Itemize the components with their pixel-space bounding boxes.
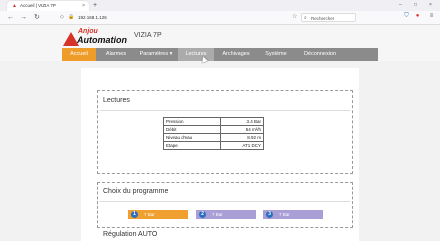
nav-item-archivages[interactable]: Archivages bbox=[216, 48, 256, 61]
reading-value: 3.4 Bar bbox=[219, 117, 265, 126]
program-label: 7 Bar bbox=[279, 212, 290, 217]
url-text: 192.168.1.126 bbox=[78, 15, 107, 20]
table-row: Pression 3.4 Bar bbox=[163, 117, 265, 126]
readings-table: Pression 3.4 Bar Débit 54 m³/h Niveau d'… bbox=[163, 117, 265, 150]
program-number-badge: 1 bbox=[131, 211, 138, 218]
nav-item-accueil[interactable]: Accueil bbox=[62, 48, 96, 61]
program-number-badge: 3 bbox=[266, 211, 273, 218]
reading-label: Niveau d'eau bbox=[163, 133, 221, 142]
browser-tab[interactable]: ▲ Accueil | VIZIA 7P × bbox=[7, 1, 89, 11]
browser-tabstrip: ▲ Accueil | VIZIA 7P × + – □ × bbox=[0, 0, 440, 11]
regulation-title: Régulation AUTO bbox=[103, 231, 158, 238]
browser-tab-title: Accueil | VIZIA 7P bbox=[20, 3, 56, 8]
company-logo[interactable]: Anjou Automation bbox=[63, 28, 129, 50]
site-title: VIZIA 7P bbox=[134, 32, 162, 39]
nav-item-parametres[interactable]: Paramètres ▾ bbox=[134, 48, 178, 61]
lock-icon: 🔒 bbox=[68, 14, 75, 20]
maximize-button[interactable]: □ bbox=[414, 0, 417, 11]
back-icon[interactable]: ← bbox=[7, 11, 14, 24]
program-label: 7 Bar bbox=[212, 212, 223, 217]
program-button-3[interactable]: 3 7 Bar bbox=[263, 210, 323, 219]
nav-item-systeme[interactable]: Système bbox=[258, 48, 294, 61]
divider bbox=[100, 110, 350, 111]
close-window-button[interactable]: × bbox=[429, 0, 432, 11]
program-button-2[interactable]: 2 7 Bar bbox=[196, 210, 256, 219]
new-tab-button[interactable]: + bbox=[93, 0, 97, 11]
extension-icon[interactable]: ● bbox=[414, 13, 421, 20]
table-row: Débit 54 m³/h bbox=[163, 125, 265, 134]
reading-label: Pression bbox=[163, 117, 221, 126]
shield-icon: ◇ bbox=[60, 14, 64, 20]
nav-item-alarmes[interactable]: Alarmes bbox=[98, 48, 134, 61]
nav-item-deconnexion[interactable]: Déconnexion bbox=[296, 48, 344, 61]
reading-value: AT1 DCY bbox=[219, 141, 265, 150]
program-button-1[interactable]: 1 7 Bar bbox=[128, 210, 188, 219]
minimize-button[interactable]: – bbox=[399, 0, 402, 11]
reload-icon[interactable]: ↻ bbox=[34, 11, 40, 24]
browser-toolbar: ← → ↻ ◇ 🔒 192.168.1.126 ☆ ⌕ Rechercher ⛉… bbox=[0, 11, 440, 25]
menu-icon[interactable]: ≡ bbox=[428, 13, 435, 20]
divider bbox=[100, 201, 350, 202]
forward-icon[interactable]: → bbox=[20, 11, 27, 24]
logo-text-automation: Automation bbox=[77, 35, 127, 45]
bookmark-star-icon[interactable]: ☆ bbox=[292, 11, 297, 24]
reading-label: Etape bbox=[163, 141, 221, 150]
program-number-badge: 2 bbox=[199, 211, 206, 218]
pocket-icon[interactable]: ⛉ bbox=[403, 13, 410, 20]
main-nav: Accueil Alarmes Paramètres ▾ Lectures Ar… bbox=[62, 48, 378, 61]
reading-label: Débit bbox=[163, 125, 221, 134]
table-row: Niveau d'eau 8.92 m bbox=[163, 133, 265, 142]
logo-text-anjou: Anjou bbox=[78, 28, 98, 35]
site-favicon-icon: ▲ bbox=[12, 3, 17, 9]
search-input[interactable]: ⌕ Rechercher bbox=[301, 13, 356, 22]
url-bar[interactable]: ◇ 🔒 192.168.1.126 bbox=[58, 13, 308, 22]
program-label: 7 Bar bbox=[144, 212, 155, 217]
lectures-title: Lectures bbox=[103, 97, 130, 104]
reading-value: 8.92 m bbox=[219, 133, 265, 142]
nav-item-lectures[interactable]: Lectures bbox=[178, 48, 214, 61]
search-placeholder: Rechercher bbox=[311, 16, 335, 21]
tab-close-icon[interactable]: × bbox=[82, 1, 85, 11]
reading-value: 54 m³/h bbox=[219, 125, 265, 134]
search-icon: ⌕ bbox=[304, 15, 307, 21]
programme-title: Choix du programme bbox=[103, 188, 169, 195]
table-row: Etape AT1 DCY bbox=[163, 141, 265, 150]
